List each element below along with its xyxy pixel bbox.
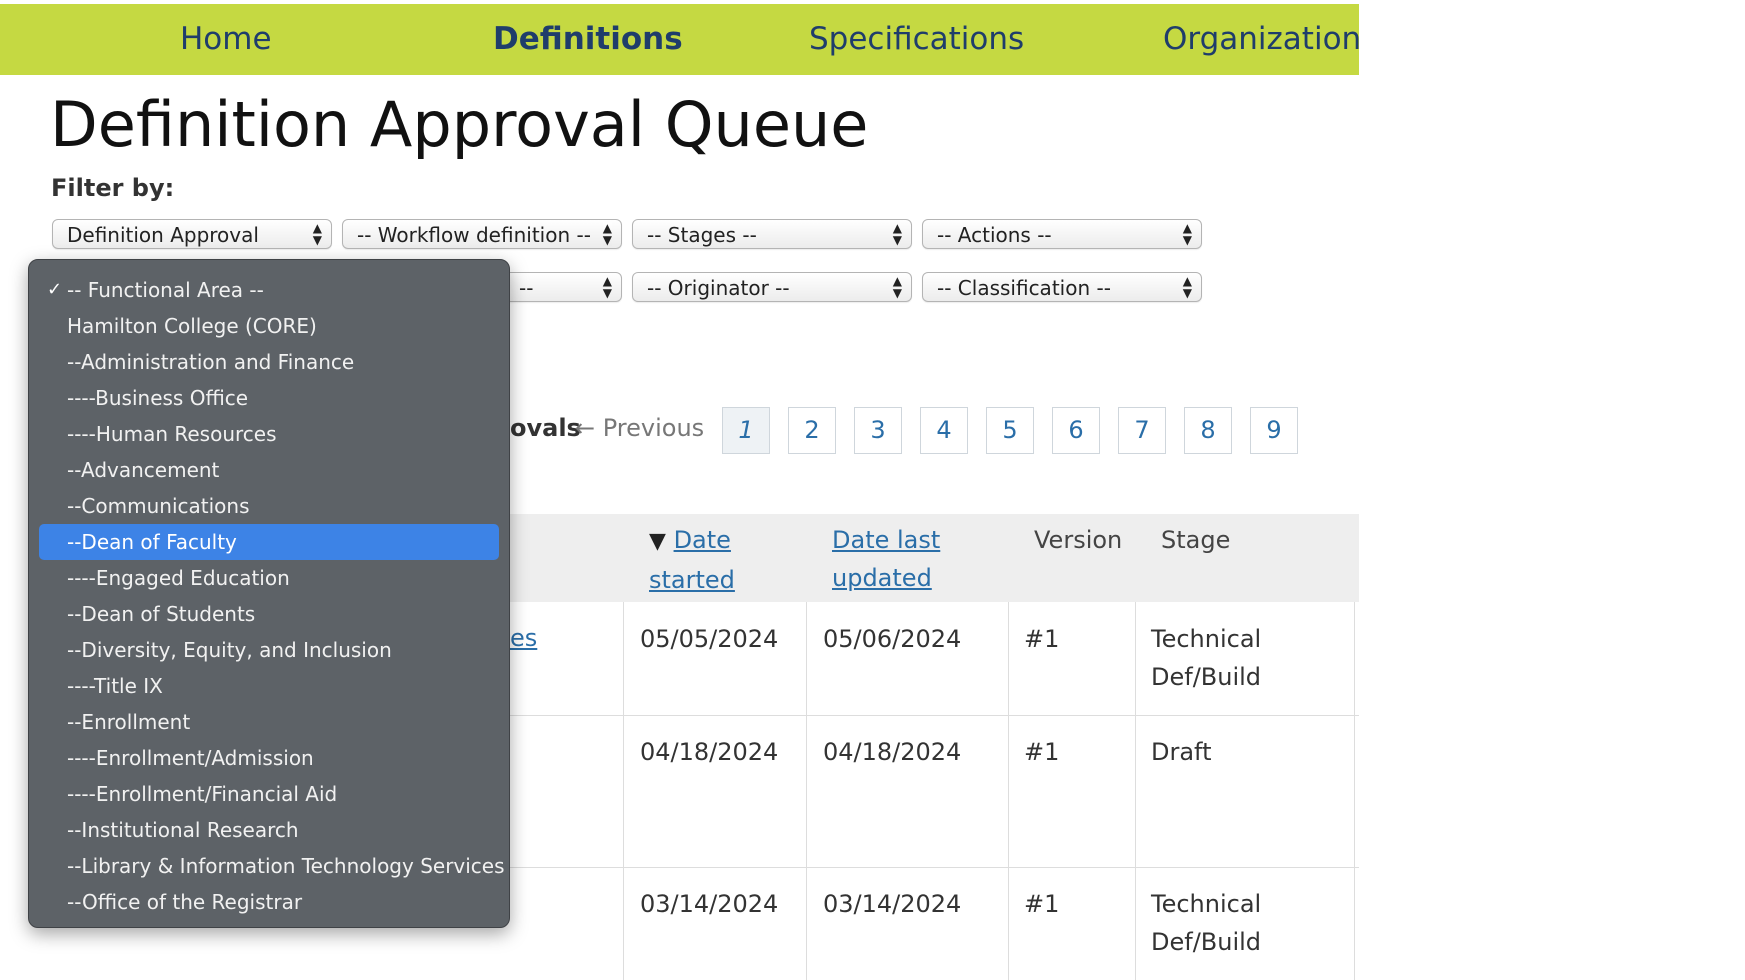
page-button-6[interactable]: 6 [1052,407,1100,454]
row-divider [510,715,1359,716]
column-divider [623,602,624,980]
column-divider [1354,602,1355,980]
dropdown-option[interactable]: ✓ -- Functional Area -- [39,272,499,308]
dropdown-option[interactable]: Hamilton College (CORE) [39,308,499,344]
date-updated-cell: 03/14/2024 [823,890,962,918]
checkmark-icon: ✓ [47,279,63,300]
table-header: ▼ Date started Date last updated Version… [510,514,1359,602]
stage-cell-line1: Technical [1151,890,1262,918]
dropdown-option-label: -- Functional Area -- [67,278,264,302]
date-updated-cell: 05/06/2024 [823,625,962,653]
page-title: Definition Approval Queue [50,88,869,161]
workflow-definition-select-value: -- Workflow definition -- [357,223,591,247]
column-divider [1135,602,1136,980]
date-started-header[interactable]: ▼ Date started [649,521,735,599]
select-arrows-icon: ▲ ▼ [1182,274,1192,300]
stage-cell-line2: Def/Build [1151,928,1262,956]
dropdown-option[interactable]: ----Enrollment/Admission [39,740,499,776]
dropdown-option[interactable]: ----Enrollment/Financial Aid [39,776,499,812]
page-button-3[interactable]: 3 [854,407,902,454]
dropdown-option[interactable]: --Institutional Research [39,812,499,848]
date-started-cell: 03/14/2024 [640,890,779,918]
dropdown-option[interactable]: --Enrollment [39,704,499,740]
actions-select-value: -- Actions -- [937,223,1052,247]
dropdown-option-highlighted[interactable]: --Dean of Faculty [39,524,499,560]
row-divider [510,867,1359,868]
select-arrows-icon: ▲ ▼ [892,221,902,247]
originator-select[interactable]: -- Originator -- ▲ ▼ [632,272,912,302]
dropdown-option[interactable]: ----Title IX [39,668,499,704]
dropdown-option[interactable]: ----Business Office [39,380,499,416]
version-cell: #1 [1024,738,1060,766]
date-started-cell: 04/18/2024 [640,738,779,766]
column-divider [806,602,807,980]
dropdown-option[interactable]: --Diversity, Equity, and Inclusion [39,632,499,668]
dropdown-option[interactable]: ----Human Resources [39,416,499,452]
filter-label: Filter by: [51,174,175,202]
date-updated-cell: 04/18/2024 [823,738,962,766]
page-button-2[interactable]: 2 [788,407,836,454]
select-arrows-icon: ▲ ▼ [602,274,612,300]
select-arrows-icon: ▲ ▼ [602,221,612,247]
page-button-1[interactable]: 1 [722,407,770,454]
workflow-definition-select[interactable]: -- Workflow definition -- ▲ ▼ [342,219,622,249]
nav-organization[interactable]: Organization [1163,4,1359,75]
partial-select-value: -- [519,276,534,300]
date-started-cell: 05/05/2024 [640,625,779,653]
stage-cell: Technical Def/Build [1151,885,1261,961]
date-updated-sort-link-line2[interactable]: updated [832,564,932,592]
stage-cell: Technical Def/Build [1151,620,1261,696]
nav-specifications[interactable]: Specifications [809,4,1024,75]
pager-lead-text: ovals [510,414,581,442]
nav-definitions[interactable]: Definitions [493,4,683,75]
dropdown-option[interactable]: --Office of the Registrar [39,884,499,920]
stage-cell-line1: Draft [1151,738,1212,766]
version-cell: #1 [1024,625,1060,653]
page-button-4[interactable]: 4 [920,407,968,454]
nav-home[interactable]: Home [180,4,272,75]
dropdown-option[interactable]: --Administration and Finance [39,344,499,380]
dropdown-option[interactable]: --Dean of Students [39,596,499,632]
date-started-sort-link[interactable]: Date [674,526,731,554]
definition-link[interactable]: es [510,624,537,652]
date-updated-header[interactable]: Date last updated [832,521,940,597]
column-divider [1008,602,1009,980]
page-button-7[interactable]: 7 [1118,407,1166,454]
page-button-8[interactable]: 8 [1184,407,1232,454]
version-header: Version [1034,526,1123,554]
stages-select-value: -- Stages -- [647,223,757,247]
previous-page-link[interactable]: ← Previous [575,414,704,442]
top-nav: Home Definitions Specifications Organiza… [0,4,1359,75]
sort-descending-icon: ▼ [649,529,666,554]
stages-select[interactable]: -- Stages -- ▲ ▼ [632,219,912,249]
page-button-9[interactable]: 9 [1250,407,1298,454]
select-arrows-icon: ▲ ▼ [312,221,322,247]
functional-area-dropdown: ✓ -- Functional Area -- Hamilton College… [28,259,510,928]
approval-type-select[interactable]: Definition Approval ▲ ▼ [52,219,332,249]
dropdown-option[interactable]: --Advancement [39,452,499,488]
approval-type-select-value: Definition Approval [67,223,259,247]
dropdown-option[interactable]: --Communications [39,488,499,524]
stage-cell-line2: Def/Build [1151,663,1262,691]
select-arrows-icon: ▲ ▼ [892,274,902,300]
dropdown-option[interactable]: ----Engaged Education [39,560,499,596]
version-cell: #1 [1024,890,1060,918]
page-button-5[interactable]: 5 [986,407,1034,454]
originator-select-value: -- Originator -- [647,276,790,300]
stage-cell: Draft [1151,733,1212,771]
select-arrows-icon: ▲ ▼ [1182,221,1192,247]
actions-select[interactable]: -- Actions -- ▲ ▼ [922,219,1202,249]
stage-header: Stage [1161,526,1231,554]
date-started-sort-link-line2[interactable]: started [649,566,735,594]
stage-cell-line1: Technical [1151,625,1262,653]
classification-select[interactable]: -- Classification -- ▲ ▼ [922,272,1202,302]
classification-select-value: -- Classification -- [937,276,1111,300]
date-updated-sort-link[interactable]: Date last [832,526,940,554]
dropdown-option[interactable]: --Library & Information Technology Servi… [39,848,505,884]
